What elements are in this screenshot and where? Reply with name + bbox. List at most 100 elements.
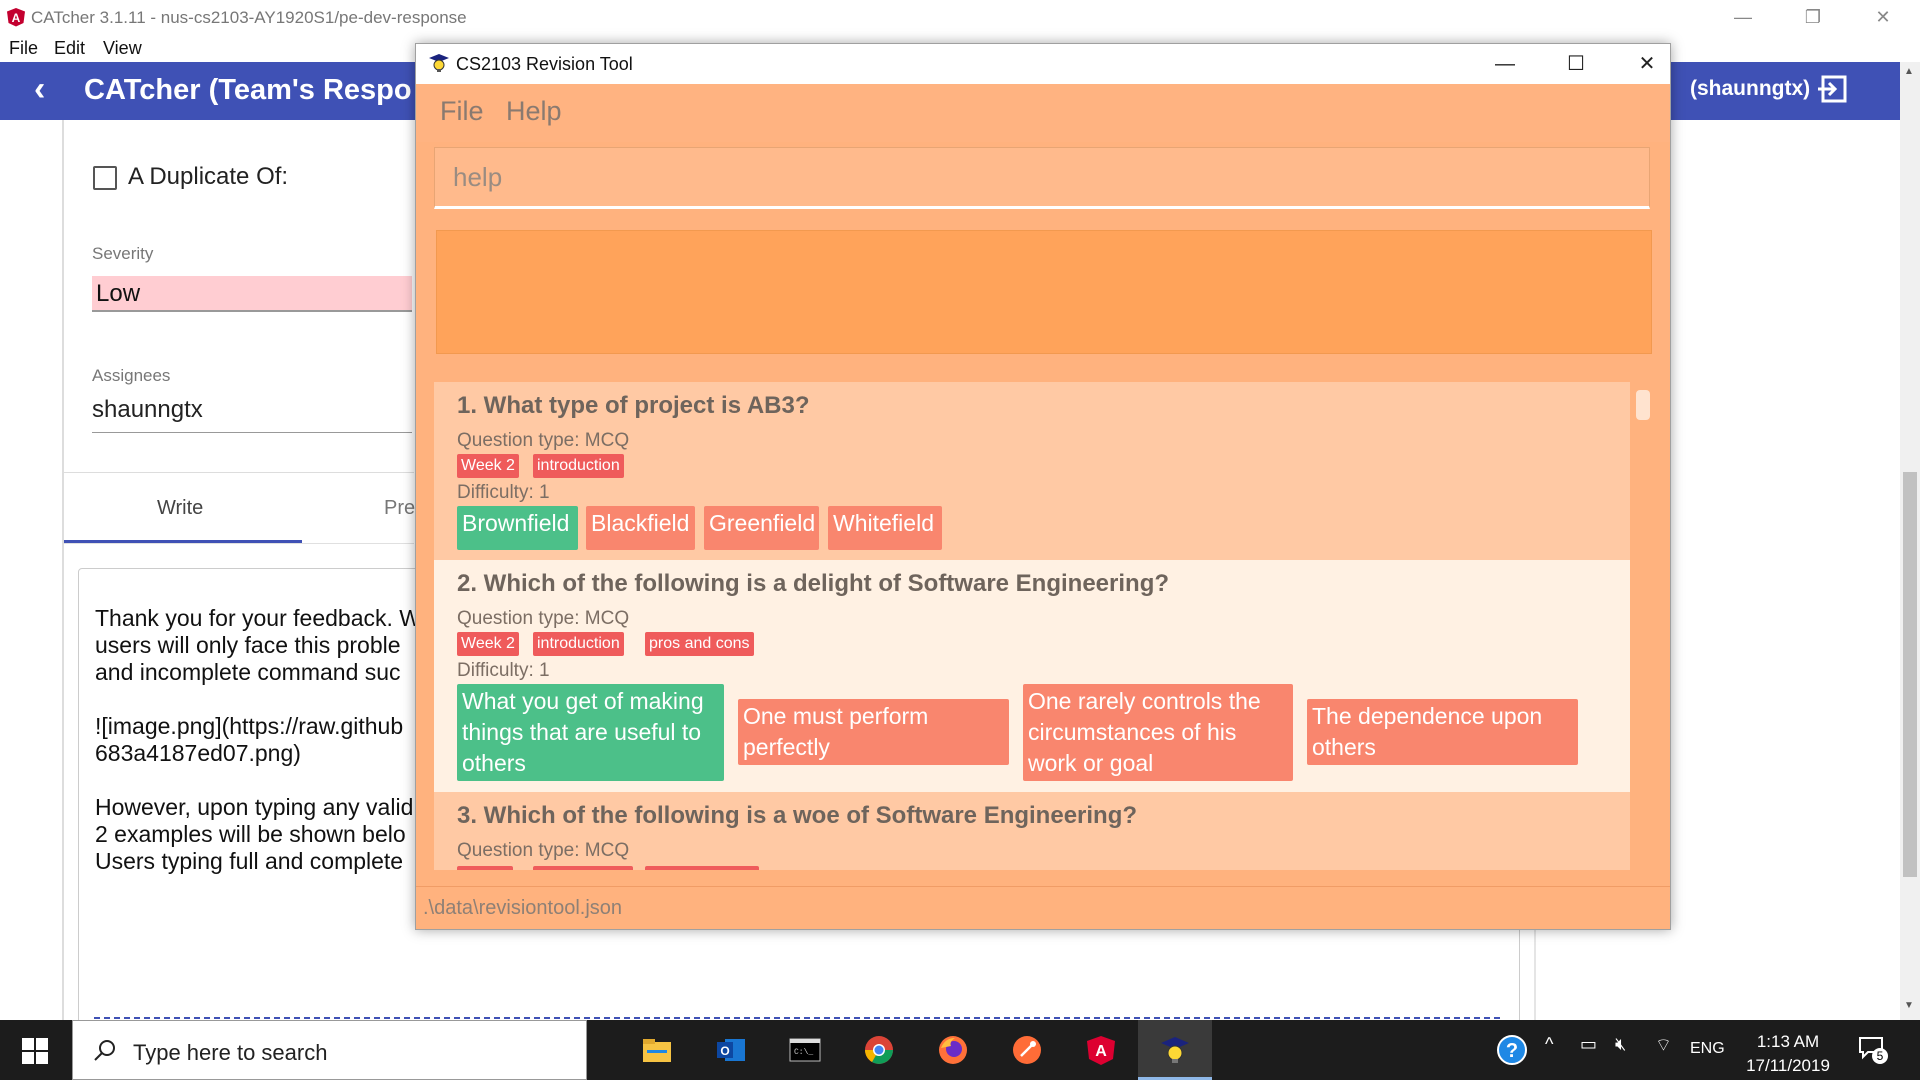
angular-logo-icon: A bbox=[7, 8, 25, 27]
question-list[interactable]: 1. What type of project is AB3? Question… bbox=[434, 382, 1648, 870]
rt-close-button[interactable]: ✕ bbox=[1624, 50, 1670, 78]
taskbar-firefox[interactable] bbox=[916, 1020, 990, 1080]
notification-center-icon[interactable]: 5 bbox=[1858, 1036, 1888, 1064]
duplicate-label: A Duplicate Of: bbox=[128, 163, 289, 190]
taskbar-postman[interactable] bbox=[990, 1020, 1064, 1080]
taskbar-chrome[interactable] bbox=[842, 1020, 916, 1080]
question-type: Question type: MCQ bbox=[457, 430, 630, 451]
search-placeholder: Type here to search bbox=[133, 1040, 328, 1065]
rt-menu-help[interactable]: Help bbox=[506, 96, 562, 127]
question-heading: 2. Which of the following is a delight o… bbox=[457, 570, 1170, 597]
assignees-label: Assignees bbox=[92, 366, 171, 385]
notification-count: 5 bbox=[1872, 1048, 1888, 1064]
taskbar-search[interactable]: Type here to search bbox=[72, 1020, 587, 1080]
option-wrong[interactable]: Greenfield bbox=[704, 506, 819, 550]
content-border bbox=[62, 120, 64, 1020]
rt-minimize-button[interactable]: — bbox=[1482, 50, 1528, 78]
option-correct[interactable]: Brownfield bbox=[457, 506, 578, 550]
tag-introduction: introduction bbox=[533, 454, 624, 478]
question-difficulty: Difficulty: 1 bbox=[457, 660, 550, 681]
catcher-minimize-button[interactable]: — bbox=[1720, 4, 1766, 30]
revision-tool-window: CS2103 Revision Tool — ☐ ✕ File Help hel… bbox=[415, 43, 1671, 930]
catcher-menu-view[interactable]: View bbox=[103, 38, 142, 59]
catcher-restore-button[interactable]: ❐ bbox=[1790, 4, 1836, 30]
question-card[interactable]: 2. Which of the following is a delight o… bbox=[434, 560, 1630, 792]
graduation-bulb-icon bbox=[429, 54, 449, 72]
page-title: CATcher (Team's Respo bbox=[84, 74, 412, 106]
rt-maximize-button[interactable]: ☐ bbox=[1553, 50, 1599, 78]
graduation-bulb-icon bbox=[1161, 1037, 1189, 1063]
assignees-select[interactable]: shaunngtx bbox=[92, 396, 203, 424]
folder-icon bbox=[643, 1039, 671, 1062]
catcher-scrollbar[interactable]: ▲ ▼ bbox=[1900, 62, 1920, 1020]
severity-select[interactable]: Low bbox=[92, 276, 412, 312]
rt-menu-file[interactable]: File bbox=[440, 96, 484, 127]
divider bbox=[64, 472, 414, 473]
severity-value: Low bbox=[96, 280, 141, 307]
taskbar-catcher[interactable]: A bbox=[1064, 1020, 1138, 1080]
tag bbox=[645, 866, 759, 870]
command-input[interactable]: help bbox=[434, 147, 1650, 209]
current-user: (shaunngtx) bbox=[1690, 77, 1811, 100]
angular-icon: A bbox=[1087, 1036, 1115, 1065]
logout-icon[interactable] bbox=[1815, 72, 1849, 106]
duplicate-checkbox[interactable] bbox=[93, 166, 117, 190]
catcher-scroll-thumb[interactable] bbox=[1903, 472, 1917, 877]
result-display bbox=[436, 230, 1652, 354]
svg-text:O: O bbox=[720, 1044, 729, 1058]
editor-drop-zone bbox=[94, 1017, 1500, 1019]
question-card[interactable]: 3. Which of the following is a woe of So… bbox=[434, 792, 1630, 870]
option-wrong[interactable]: The dependence upon others bbox=[1307, 699, 1578, 765]
revision-tool-menubar bbox=[416, 84, 1670, 142]
taskbar: Type here to search O C:\_ A ? ^ ▭ 🔇︎ ⌔ … bbox=[0, 1020, 1920, 1080]
taskbar-terminal[interactable]: C:\_ bbox=[768, 1020, 842, 1080]
taskbar-revision-tool[interactable] bbox=[1138, 1020, 1212, 1080]
battery-icon[interactable]: ▭ bbox=[1580, 1034, 1597, 1055]
question-heading: 3. Which of the following is a woe of So… bbox=[457, 802, 1138, 829]
catcher-menu-edit[interactable]: Edit bbox=[54, 38, 85, 59]
response-editor-text[interactable]: Thank you for your feedback. W users wil… bbox=[95, 605, 415, 875]
scroll-down-icon[interactable]: ▼ bbox=[1904, 1000, 1914, 1011]
catcher-menu-file[interactable]: File bbox=[9, 38, 38, 59]
svg-text:A: A bbox=[12, 11, 21, 25]
question-type: Question type: MCQ bbox=[457, 608, 630, 629]
revision-tool-titlebar: CS2103 Revision Tool — ☐ ✕ bbox=[416, 44, 1670, 84]
question-list-scrollbar[interactable] bbox=[1636, 382, 1652, 870]
taskbar-file-explorer[interactable] bbox=[620, 1020, 694, 1080]
tag-pros-and-cons: pros and cons bbox=[645, 632, 754, 656]
tag-week: Week 2 bbox=[457, 454, 519, 478]
firefox-icon bbox=[939, 1036, 967, 1064]
question-heading: 1. What type of project is AB3? bbox=[457, 392, 810, 419]
option-wrong[interactable]: Blackfield bbox=[586, 506, 695, 550]
windows-start-icon[interactable] bbox=[22, 1038, 48, 1064]
scroll-up-icon[interactable]: ▲ bbox=[1904, 66, 1914, 77]
tab-preview[interactable]: Pre bbox=[384, 497, 415, 520]
tag-introduction: introduction bbox=[533, 632, 624, 656]
language-indicator[interactable]: ENG bbox=[1690, 1040, 1725, 1058]
tab-write[interactable]: Write bbox=[157, 497, 203, 520]
tab-baseline bbox=[64, 543, 414, 544]
option-wrong[interactable]: One must perform perfectly bbox=[738, 699, 1009, 765]
help-icon[interactable]: ? bbox=[1496, 1034, 1528, 1066]
svg-text:?: ? bbox=[1506, 1040, 1518, 1062]
postman-icon bbox=[1013, 1036, 1041, 1064]
tag bbox=[533, 866, 633, 870]
tray-chevron-up-icon[interactable]: ^ bbox=[1545, 1034, 1553, 1055]
catcher-window-title: CATcher 3.1.11 - nus-cs2103-AY1920S1/pe-… bbox=[31, 8, 467, 27]
chrome-icon bbox=[865, 1036, 893, 1064]
catcher-close-button[interactable]: ✕ bbox=[1860, 4, 1906, 30]
search-icon bbox=[94, 1040, 115, 1061]
save-file-path: .\data\revisiontool.json bbox=[423, 897, 623, 919]
question-card[interactable]: 1. What type of project is AB3? Question… bbox=[434, 382, 1630, 560]
wifi-icon[interactable]: ⌔ bbox=[1655, 1034, 1672, 1057]
option-wrong[interactable]: One rarely controls the circumstances of… bbox=[1023, 684, 1293, 781]
volume-muted-icon[interactable]: 🔇︎ bbox=[1615, 1034, 1626, 1055]
taskbar-clock[interactable]: 1:13 AM 17/11/2019 bbox=[1738, 1030, 1838, 1078]
option-correct[interactable]: What you get of making things that are u… bbox=[457, 684, 724, 781]
option-wrong[interactable]: Whitefield bbox=[828, 506, 942, 550]
back-arrow-icon[interactable]: ‹ bbox=[34, 70, 45, 109]
question-type: Question type: MCQ bbox=[457, 840, 630, 861]
taskbar-outlook[interactable]: O bbox=[694, 1020, 768, 1080]
catcher-titlebar: A CATcher 3.1.11 - nus-cs2103-AY1920S1/p… bbox=[0, 0, 1920, 36]
question-list-scroll-thumb[interactable] bbox=[1636, 390, 1650, 420]
